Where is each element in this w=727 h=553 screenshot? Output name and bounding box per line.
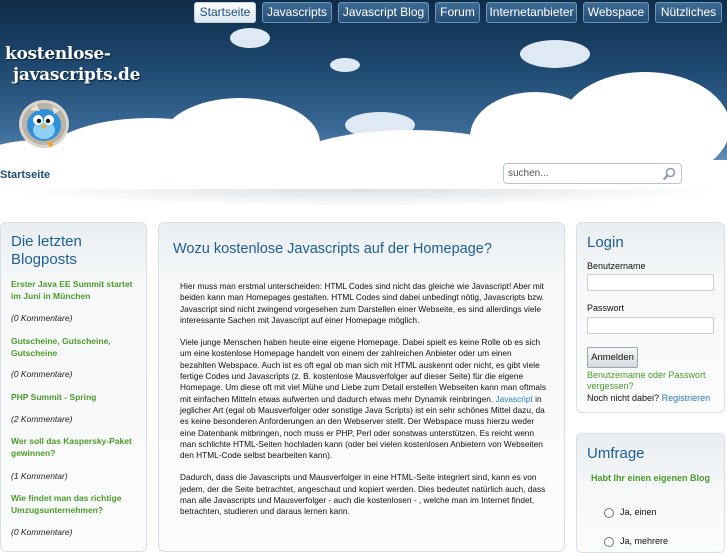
register-link[interactable]: Registrieren — [662, 393, 711, 403]
article-body: Hier muss man erstmal unterscheiden: HTM… — [180, 281, 546, 529]
nav-nuetzliches[interactable]: Nützliches — [655, 2, 722, 23]
post-link[interactable]: PHP Summit - Spring — [11, 391, 141, 403]
post-comment-count[interactable]: (0 Kommentare) — [11, 526, 72, 538]
cloud-decoration — [520, 40, 590, 68]
post-link[interactable]: Gutscheine, Gutscheine, Gutscheine — [11, 335, 141, 359]
recent-posts-title: Die letzten Blogposts — [11, 233, 82, 268]
article-text: Viele junge Menschen haben heute eine ei… — [180, 337, 547, 404]
cloud-decoration — [330, 58, 360, 72]
forgot-credentials-link[interactable]: Benutzername oder Passwort vergessen? — [587, 370, 717, 392]
poll-panel: Umfrage Habt Ihr einen eigenen Blog Ja, … — [576, 433, 725, 553]
nav-internetanbieter[interactable]: Internetanbieter — [486, 2, 577, 23]
password-label: Passwort — [587, 303, 625, 313]
search-icon[interactable] — [662, 167, 676, 181]
article-paragraph: Dadurch, dass die Javascripts und Mausve… — [180, 472, 546, 517]
post-link[interactable]: Wie findet man das richtige Umzugsuntern… — [11, 492, 141, 516]
nav-javascripts[interactable]: Javascripts — [262, 2, 332, 23]
search-box — [503, 163, 682, 184]
login-title: Login — [587, 234, 624, 251]
article-paragraph: Viele junge Menschen haben heute eine ei… — [180, 337, 546, 461]
poll-option-radio[interactable] — [604, 537, 614, 547]
username-label: Benutzername — [587, 261, 646, 271]
post-comment-count[interactable]: (1 Kommentar) — [11, 470, 68, 482]
post-comment-count[interactable]: (2 Kommentare) — [11, 413, 72, 425]
javascript-link[interactable]: Javascript — [495, 394, 532, 404]
poll-title: Umfrage — [587, 445, 645, 462]
article-title: Wozu kostenlose Javascripts auf der Home… — [173, 241, 492, 257]
site-logo[interactable]: kostenlose- javascripts.de — [5, 44, 165, 86]
logo-line-1: kostenlose- — [5, 44, 111, 64]
login-button[interactable]: Anmelden — [587, 347, 638, 368]
nav-webspace[interactable]: Webspace — [583, 2, 649, 23]
password-field[interactable] — [587, 317, 714, 334]
article-paragraph: Hier muss man erstmal unterscheiden: HTM… — [180, 281, 545, 325]
cloud-decoration — [230, 28, 270, 48]
post-comment-count[interactable]: (0 Kommentare) — [11, 368, 72, 380]
login-panel: Login Benutzername Passwort Anmelden Ben… — [576, 222, 725, 413]
poll-option-label[interactable]: Ja, einen — [620, 507, 657, 517]
register-row: Noch nicht dabei? Registrieren — [587, 393, 722, 403]
post-comment-count[interactable]: (0 Kommentare) — [11, 312, 72, 324]
main-content: Wozu kostenlose Javascripts auf der Home… — [158, 222, 565, 552]
post-link[interactable]: Wer soll das Kaspersky-Paket gewinnen? — [11, 435, 141, 459]
blue-bird-icon — [19, 100, 69, 148]
nav-startseite[interactable]: Startseite — [194, 2, 256, 23]
header-divider — [0, 189, 727, 207]
poll-option-radio[interactable] — [604, 508, 614, 518]
logo-line-2: javascripts.de — [13, 65, 141, 85]
breadcrumb[interactable]: Startseite — [0, 169, 50, 181]
register-prompt: Noch nicht dabei? — [587, 393, 660, 403]
username-field[interactable] — [587, 274, 714, 291]
search-input[interactable] — [508, 166, 658, 181]
post-link[interactable]: Erster Java EE Summit startet im Juni in… — [11, 278, 141, 302]
recent-posts-panel: Die letzten Blogposts Erster Java EE Sum… — [0, 222, 147, 552]
nav-forum[interactable]: Forum — [435, 2, 480, 23]
poll-question: Habt Ihr einen eigenen Blog — [591, 473, 711, 483]
nav-javascript-blog[interactable]: Javascript Blog — [338, 2, 429, 23]
